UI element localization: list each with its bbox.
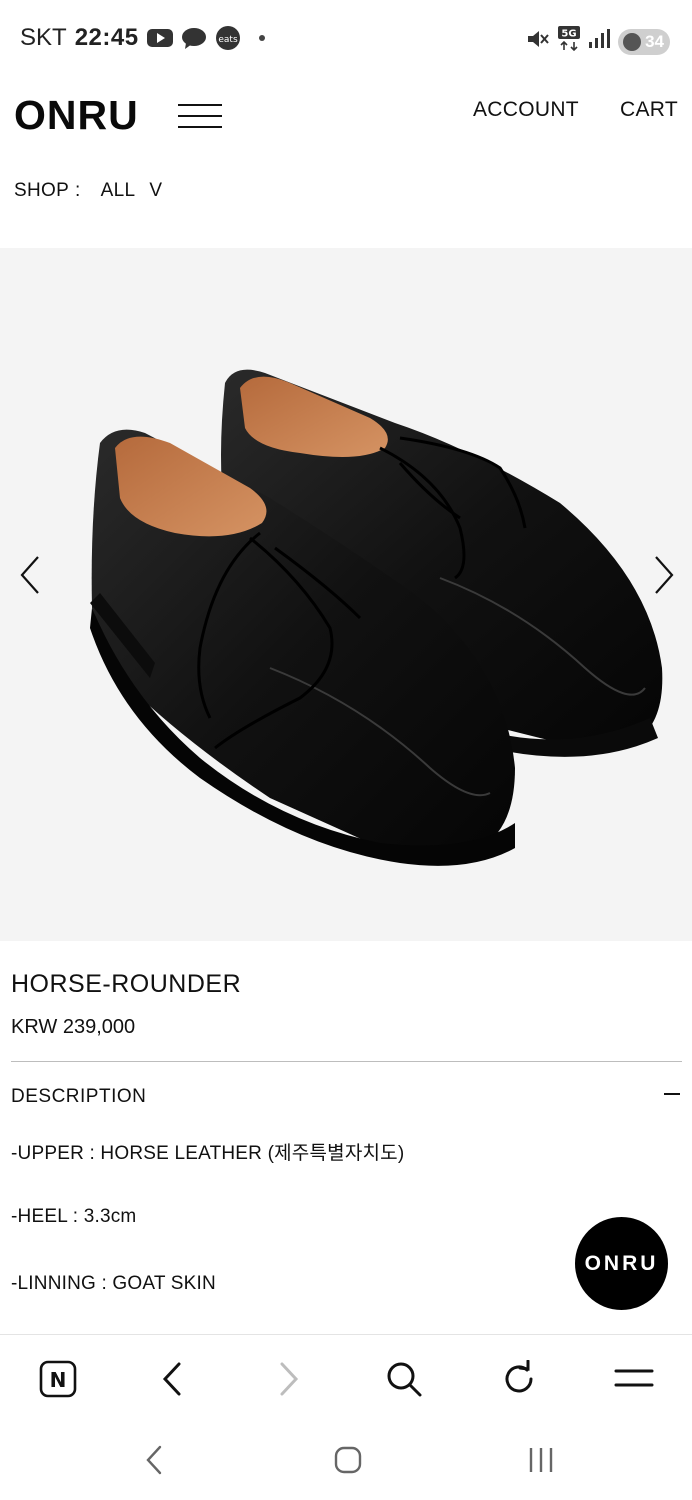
category-dropdown[interactable]: ALL V (101, 180, 163, 202)
network-5g-icon: 5G (558, 26, 580, 57)
floating-brand-button[interactable]: ONRU (575, 1217, 668, 1310)
browser-toolbar: N (0, 1334, 692, 1422)
status-right: 5G 34 (526, 26, 670, 57)
back-icon (162, 1362, 181, 1396)
shop-separator: : (75, 180, 81, 201)
cart-link[interactable]: CART (620, 98, 678, 122)
product-image-carousel[interactable] (0, 248, 692, 941)
forward-icon (280, 1362, 299, 1396)
coupang-eats-icon: eats (215, 26, 241, 50)
signal-icon (588, 28, 610, 55)
system-home-button[interactable] (326, 1438, 370, 1482)
shoe-image (90, 369, 663, 866)
recents-icon (529, 1448, 553, 1472)
shop-filter: SHOP : ALL V (14, 180, 162, 202)
product-title: HORSE-ROUNDER (11, 970, 242, 998)
divider (11, 1061, 682, 1062)
browser-back-button[interactable] (150, 1357, 194, 1401)
system-nav-bar (0, 1422, 692, 1500)
system-recents-button[interactable] (519, 1438, 563, 1482)
browser-search-button[interactable] (382, 1357, 426, 1401)
site-header: ONRU ACCOUNT CART (0, 80, 692, 160)
chat-bubble-icon (181, 27, 207, 49)
back-icon (146, 1445, 162, 1475)
mute-icon (526, 27, 550, 56)
naver-home-icon: N (39, 1360, 77, 1398)
browser-refresh-button[interactable] (497, 1357, 541, 1401)
account-link[interactable]: ACCOUNT (473, 98, 579, 122)
spec-heel: -HEEL : 3.3cm (11, 1206, 137, 1227)
battery-level: 34 (645, 31, 664, 51)
chevron-right-icon (655, 556, 674, 594)
youtube-icon (146, 27, 173, 49)
battery-indicator: 34 (618, 28, 670, 55)
browser-forward-button[interactable] (267, 1357, 311, 1401)
system-back-button[interactable] (132, 1438, 176, 1482)
svg-text:N: N (50, 1368, 67, 1392)
clock: 22:45 (74, 24, 139, 51)
collapse-minus-icon[interactable] (664, 1093, 680, 1095)
spec-lining: -LINNING : GOAT SKIN (11, 1273, 216, 1294)
svg-text:eats: eats (218, 35, 238, 45)
battery-leaf-icon (623, 32, 641, 51)
shop-label: SHOP (14, 180, 70, 201)
carousel-next-button[interactable] (650, 555, 680, 595)
carousel-prev-button[interactable] (16, 555, 46, 595)
status-left: SKT 22:45 eats (20, 24, 265, 52)
hamburger-menu-icon[interactable] (178, 104, 222, 132)
browser-menu-button[interactable] (612, 1357, 656, 1401)
category-selected: ALL (100, 180, 136, 201)
notification-dot (258, 35, 265, 41)
svg-text:5G: 5G (561, 29, 576, 40)
brand-logo[interactable]: ONRU (14, 92, 139, 139)
chevron-down-icon: V (149, 180, 163, 201)
chevron-left-icon (20, 556, 39, 594)
menu-icon (614, 1369, 654, 1387)
product-price: KRW 239,000 (11, 1016, 136, 1038)
naver-home-button[interactable]: N (36, 1357, 80, 1401)
carrier-label: SKT (20, 24, 67, 51)
refresh-icon (505, 1360, 533, 1393)
status-bar: SKT 22:45 eats 5G 34 (0, 0, 692, 80)
spec-upper: -UPPER : HORSE LEATHER (제주특별자치도) (11, 1143, 405, 1164)
description-header[interactable]: DESCRIPTION (11, 1086, 146, 1108)
home-icon (334, 1446, 362, 1474)
search-icon (387, 1362, 422, 1397)
